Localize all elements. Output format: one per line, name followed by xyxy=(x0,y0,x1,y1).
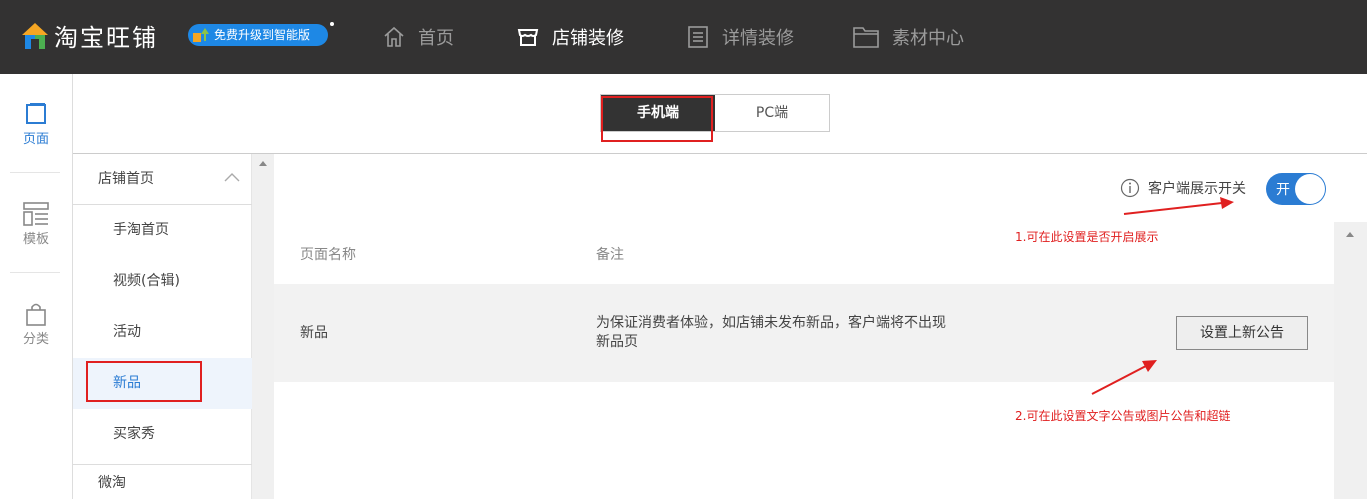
annotation-arrow-icon xyxy=(1123,197,1234,215)
annotation-arrow-icon xyxy=(1091,360,1157,395)
annotation-arrows xyxy=(1091,197,1234,395)
